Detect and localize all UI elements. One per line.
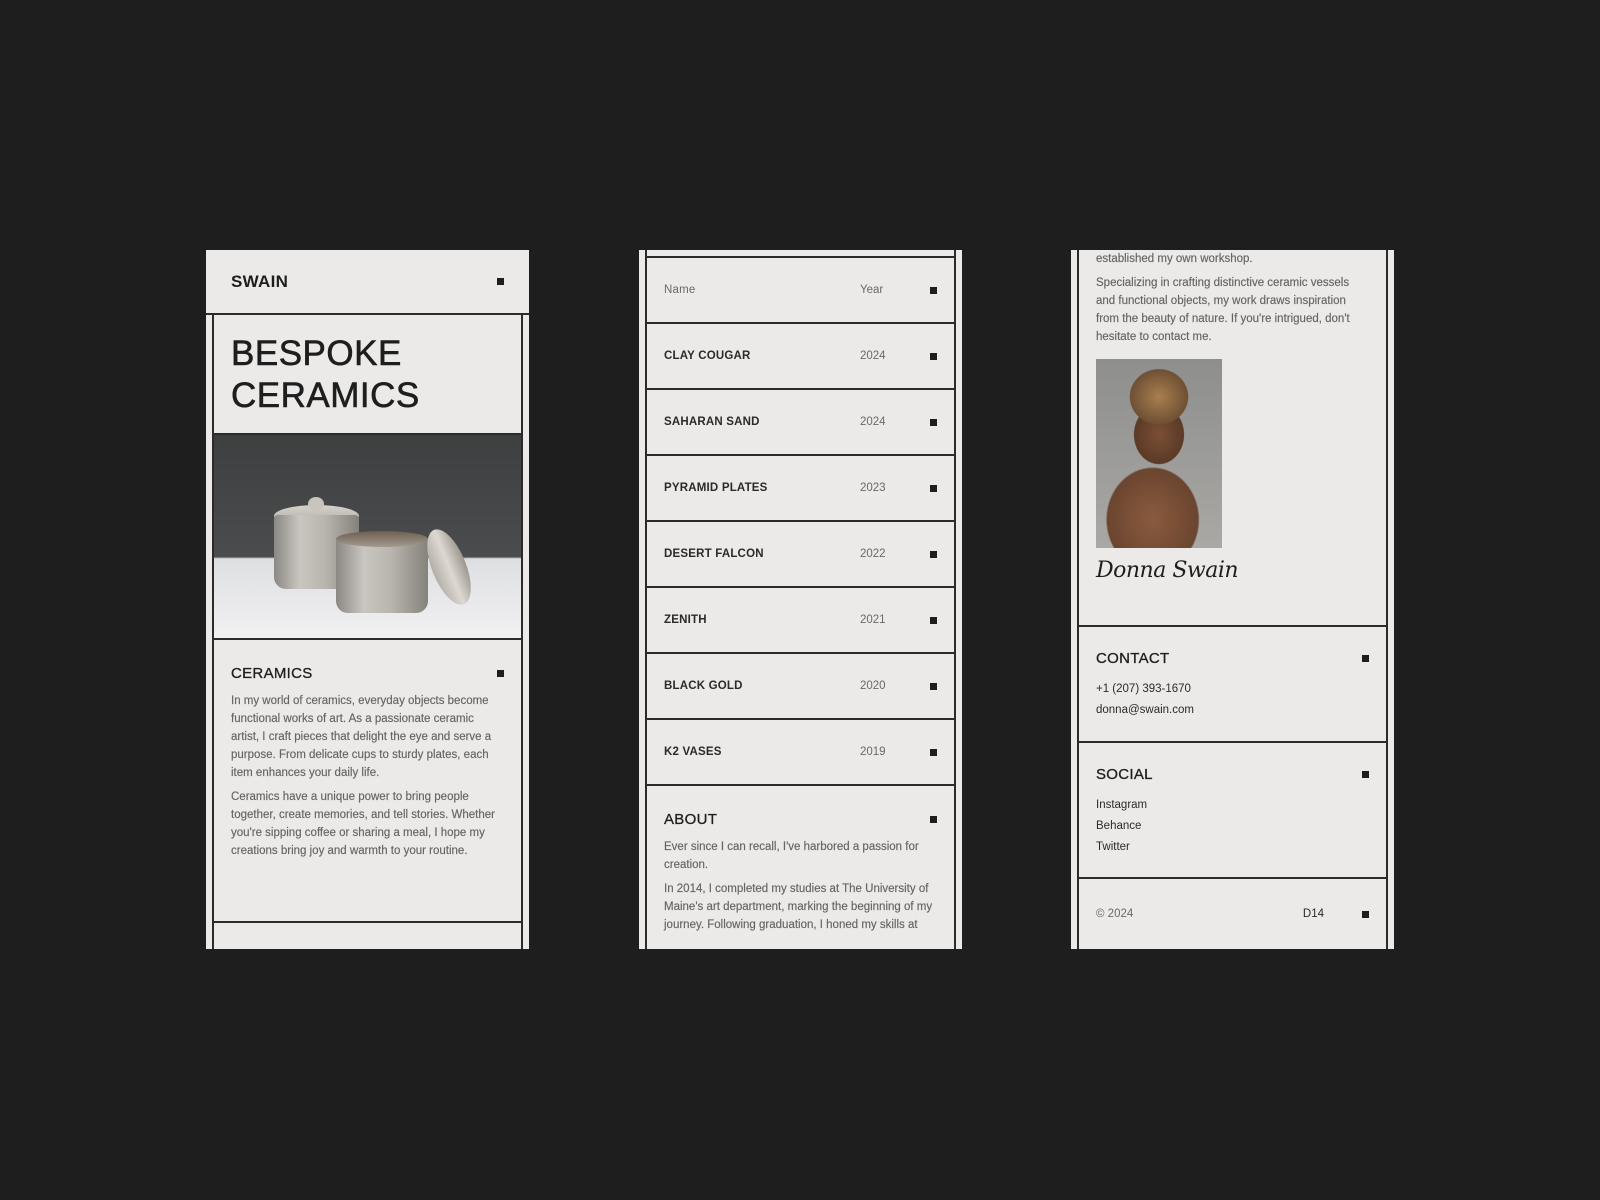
square-icon[interactable] <box>497 670 504 677</box>
table-row[interactable]: K2 VASES 2019 <box>647 720 954 786</box>
site-footer: © 2024 D14 <box>1079 877 1386 949</box>
work-year: 2023 <box>860 482 886 494</box>
paragraph: established my own workshop. <box>1096 253 1253 265</box>
square-icon <box>930 550 937 558</box>
work-year: 2024 <box>860 416 886 428</box>
work-year: 2022 <box>860 548 886 560</box>
hero-title: BESPOKE CERAMICS <box>231 333 504 417</box>
about-continued-section: established my own workshop. Specializin… <box>1079 250 1386 583</box>
work-name: ZENITH <box>664 614 707 626</box>
section-header: CERAMICS <box>231 665 504 682</box>
mobile-screen-home: SWAIN BESPOKE CERAMICS CERAMICS In my wo… <box>206 250 529 949</box>
hero-image-ceramic-jars <box>214 433 521 640</box>
table-header-row: Name Year <box>647 258 954 324</box>
column-header-name[interactable]: Name <box>664 284 860 296</box>
section-title: ABOUT <box>664 811 718 828</box>
works-table: Name Year CLAY COUGAR 2024 SAHARAN SAND … <box>647 256 954 940</box>
square-icon <box>930 418 937 426</box>
square-icon[interactable] <box>930 286 937 294</box>
paragraph: In my world of ceramics, everyday object… <box>231 695 492 779</box>
square-icon[interactable] <box>1362 771 1369 778</box>
section-header: SOCIAL <box>1096 766 1369 783</box>
section-title: CONTACT <box>1096 650 1170 667</box>
work-year: 2024 <box>860 350 886 362</box>
social-link-instagram[interactable]: Instagram <box>1096 795 1369 816</box>
section-header: ABOUT <box>664 811 937 828</box>
work-year: 2020 <box>860 680 886 692</box>
social-section: SOCIAL Instagram Behance Twitter <box>1079 741 1386 877</box>
brand-logo[interactable]: SWAIN <box>231 272 288 292</box>
column-header-year[interactable]: Year <box>860 284 900 296</box>
social-link-behance[interactable]: Behance <box>1096 816 1369 837</box>
work-name: PYRAMID PLATES <box>664 482 768 494</box>
mobile-screen-contact: established my own workshop. Specializin… <box>1071 250 1394 949</box>
about-section: ABOUT Ever since I can recall, I've harb… <box>647 786 954 934</box>
site-header: SWAIN <box>206 250 529 315</box>
work-name: DESERT FALCON <box>664 548 764 560</box>
work-name: CLAY COUGAR <box>664 350 751 362</box>
square-icon[interactable] <box>1362 910 1369 918</box>
square-icon[interactable] <box>930 816 937 823</box>
paragraph: Ceramics have a unique power to bring pe… <box>231 791 495 857</box>
table-row[interactable]: ZENITH 2021 <box>647 588 954 654</box>
table-row[interactable]: DESERT FALCON 2022 <box>647 522 954 588</box>
ceramics-section: CERAMICS In my world of ceramics, everyd… <box>214 640 521 923</box>
square-icon <box>930 484 937 492</box>
email-link[interactable]: donna@swain.com <box>1096 700 1369 721</box>
work-name: SAHARAN SAND <box>664 416 760 428</box>
square-icon <box>930 682 937 690</box>
hero-title-line-1: BESPOKE <box>231 334 402 374</box>
work-name: BLACK GOLD <box>664 680 743 692</box>
mobile-screen-works: Name Year CLAY COUGAR 2024 SAHARAN SAND … <box>639 250 962 949</box>
footer-code: D14 <box>1302 908 1324 920</box>
phone-link[interactable]: +1 (207) 393-1670 <box>1096 679 1369 700</box>
paragraph: Specializing in crafting distinctive cer… <box>1096 277 1350 343</box>
paragraph: Ever since I can recall, I've harbored a… <box>664 841 919 871</box>
hero-section: BESPOKE CERAMICS <box>214 315 521 433</box>
hero-title-line-2: CERAMICS <box>231 376 420 416</box>
copyright-text: © 2024 <box>1096 908 1134 920</box>
square-icon <box>930 616 937 624</box>
table-row[interactable]: CLAY COUGAR 2024 <box>647 324 954 390</box>
section-title: SOCIAL <box>1096 766 1153 783</box>
work-name: K2 VASES <box>664 746 722 758</box>
section-header: CONTACT <box>1096 650 1369 667</box>
square-icon[interactable] <box>1362 655 1369 662</box>
portrait-photo <box>1096 359 1222 548</box>
table-row[interactable]: BLACK GOLD 2020 <box>647 654 954 720</box>
signature: Donna Swain <box>1096 558 1239 583</box>
contact-section: CONTACT +1 (207) 393-1670 donna@swain.co… <box>1079 625 1386 741</box>
table-row[interactable]: SAHARAN SAND 2024 <box>647 390 954 456</box>
section-title: CERAMICS <box>231 665 313 682</box>
square-icon <box>930 748 937 756</box>
paragraph: In 2014, I completed my studies at The U… <box>664 883 933 931</box>
square-icon <box>930 352 937 360</box>
work-year: 2021 <box>860 614 886 626</box>
table-row[interactable]: PYRAMID PLATES 2023 <box>647 456 954 522</box>
menu-square-icon[interactable] <box>497 278 504 285</box>
social-link-twitter[interactable]: Twitter <box>1096 837 1369 858</box>
work-year: 2019 <box>860 746 886 758</box>
